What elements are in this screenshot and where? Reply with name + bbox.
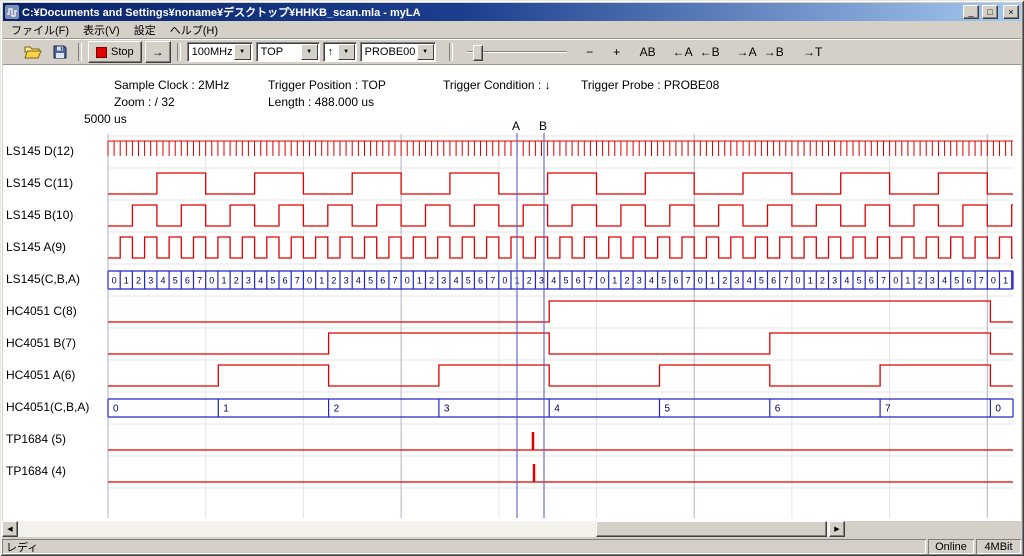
trigger-position-info: Trigger Position : TOP [268,78,386,92]
horizontal-scrollbar[interactable]: ◀ ▶ [2,521,845,537]
status-bar: レディ Online 4MBit [2,539,1022,554]
trigger-probe-info: Trigger Probe : PROBE08 [581,78,719,92]
trigger-edge-value: ↑ [324,43,337,61]
channel-label: HC4051 C(8) [6,304,77,318]
save-button[interactable] [48,41,72,63]
toolbar-separator [78,43,82,61]
trigger-position-value: TOP [257,43,300,61]
channel-label: HC4051 B(7) [6,336,76,350]
goto-cursor-b-back-button[interactable]: ←B [698,42,722,62]
ab-range-button[interactable]: AB [636,42,660,62]
zoom-info: Zoom : / 32 [114,95,175,109]
scroll-right-icon[interactable]: ▶ [829,521,845,537]
cursor-a-label[interactable]: A [510,119,522,133]
menu-item-view[interactable]: 表示(V) [76,20,127,40]
scrollbar-thumb[interactable] [596,521,827,537]
stop-icon [96,47,107,58]
window-title: C:¥Documents and Settings¥noname¥デスクトップ¥… [22,4,960,20]
goto-cursor-a-back-button[interactable]: ←A [671,42,695,62]
toolbar: Stop → 100MHz ▼ TOP ▼ ↑ ▼ PROBE00 ▼ − + … [3,39,1021,65]
stop-button-label: Stop [111,46,134,58]
chevron-down-icon[interactable]: ▼ [301,44,318,60]
channel-label: LS145(C,B,A) [6,272,80,286]
sample-clock-info: Sample Clock : 2MHz [114,78,229,92]
channel-label: HC4051 A(6) [6,368,75,382]
channel-label: HC4051(C,B,A) [6,400,89,414]
waveform-client-area [3,65,1021,521]
zoom-slider[interactable] [465,42,569,62]
close-button[interactable]: × [1003,5,1019,19]
channel-label: LS145 D(12) [6,144,74,158]
chevron-down-icon[interactable]: ▼ [338,44,355,60]
channel-label: LS145 B(10) [6,208,73,222]
chevron-down-icon[interactable]: ▼ [417,44,434,60]
floppy-save-icon [53,45,67,59]
goto-cursor-b-fwd-button[interactable]: →B [762,42,786,62]
menu-item-settings[interactable]: 設定 [127,20,163,40]
stop-button[interactable]: Stop [88,41,142,63]
menu-item-help[interactable]: ヘルプ(H) [163,20,225,40]
status-online-badge: Online [928,539,974,554]
minimize-button[interactable]: _ [963,5,979,19]
zoom-out-button[interactable]: − [578,42,602,62]
cursor-b-label[interactable]: B [537,119,549,133]
trigger-probe-value: PROBE00 [361,43,416,61]
menu-item-file[interactable]: ファイル(F) [4,20,76,40]
time-scale-label: 5000 us [84,112,127,126]
status-memory-badge: 4MBit [976,539,1021,554]
run-button[interactable]: → [145,41,171,63]
maximize-button[interactable]: □ [982,5,998,19]
goto-trigger-button[interactable]: →T [801,42,825,62]
channel-label: TP1684 (5) [6,432,66,446]
folder-open-icon [24,45,42,59]
trigger-position-select[interactable]: TOP ▼ [256,42,320,62]
goto-cursor-a-fwd-button[interactable]: →A [735,42,759,62]
open-file-button[interactable] [21,41,45,63]
app-window: C:¥Documents and Settings¥noname¥デスクトップ¥… [0,0,1024,556]
length-info: Length : 488.000 us [268,95,374,109]
trigger-edge-select[interactable]: ↑ ▼ [323,42,357,62]
channel-label: LS145 A(9) [6,240,66,254]
zoom-slider-thumb[interactable] [473,45,483,61]
trigger-probe-select[interactable]: PROBE00 ▼ [360,42,436,62]
app-icon [5,5,19,19]
sample-clock-value: 100MHz [188,43,233,61]
status-ready: レディ [2,539,926,554]
scroll-left-icon[interactable]: ◀ [2,521,18,537]
title-bar: C:¥Documents and Settings¥noname¥デスクトップ¥… [3,3,1021,21]
menu-bar: ファイル(F) 表示(V) 設定 ヘルプ(H) [3,21,1021,39]
toolbar-separator [177,43,181,61]
trigger-condition-info: Trigger Condition : ↓ [443,78,551,92]
scrollbar-track[interactable] [18,521,829,537]
zoom-in-button[interactable]: + [605,42,629,62]
toolbar-separator [449,43,453,61]
chevron-down-icon[interactable]: ▼ [234,44,251,60]
channel-label: TP1684 (4) [6,464,66,478]
channel-label: LS145 C(11) [6,176,73,190]
sample-clock-select[interactable]: 100MHz ▼ [187,42,253,62]
